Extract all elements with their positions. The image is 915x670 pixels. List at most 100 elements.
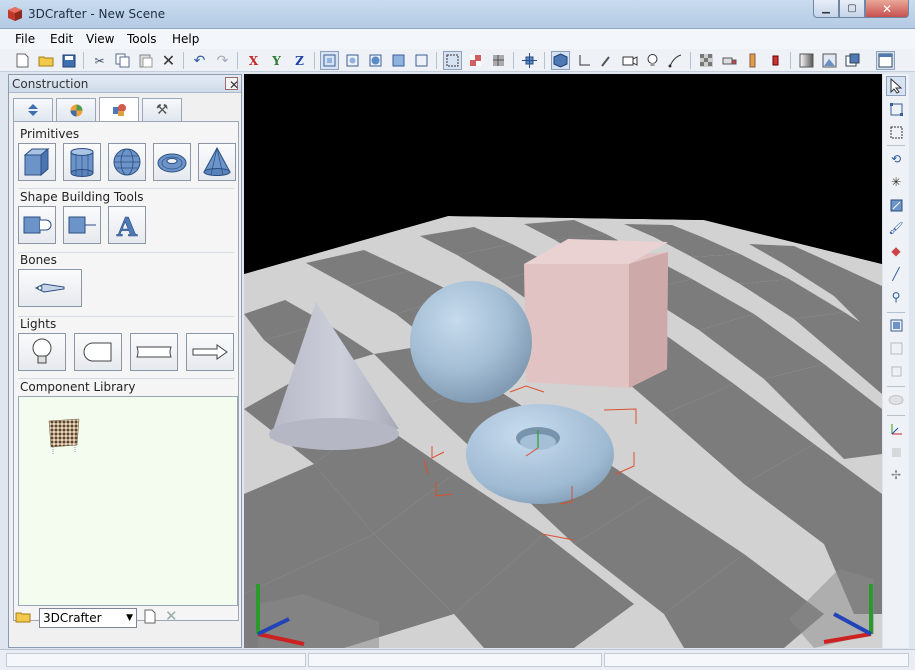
maximize-icon: ▢ xyxy=(847,3,857,14)
cut-button[interactable]: ✂ xyxy=(90,51,109,70)
copy-icon xyxy=(115,53,130,68)
zoom-all-button[interactable] xyxy=(366,51,385,70)
eyedropper-button[interactable]: ╱ xyxy=(886,264,906,284)
axis-gizmo-button[interactable] xyxy=(886,419,906,439)
lightbulb-icon xyxy=(32,338,52,364)
menu-help[interactable]: Help xyxy=(172,32,199,46)
cylinder-button[interactable] xyxy=(63,143,101,181)
floor-grid-button[interactable] xyxy=(697,51,716,70)
pivot-tool-button[interactable]: ⚲ xyxy=(886,287,906,307)
zoom-frame-button[interactable] xyxy=(412,51,431,70)
viewport-3d[interactable] xyxy=(244,74,882,648)
magic-wand-button[interactable]: ✳ xyxy=(886,172,906,192)
cube-object[interactable] xyxy=(524,239,668,388)
paint-tool-button[interactable]: 🖌 xyxy=(886,218,906,238)
select-mode-button[interactable] xyxy=(443,51,462,70)
scale-tool-button[interactable] xyxy=(886,195,906,215)
delete-button[interactable]: ✕ xyxy=(159,51,178,70)
minimize-icon: ▁ xyxy=(822,3,830,14)
open-folder-icon[interactable] xyxy=(15,610,32,624)
eyedropper-icon: ╱ xyxy=(892,267,900,281)
attach-button[interactable] xyxy=(886,361,906,381)
marquee-select-button[interactable] xyxy=(886,122,906,142)
box-select-button[interactable] xyxy=(886,99,906,119)
undo-button[interactable]: ↶ xyxy=(190,51,209,70)
paste-button[interactable] xyxy=(136,51,155,70)
open-button[interactable] xyxy=(36,51,55,70)
constrain-x-button[interactable]: X xyxy=(244,51,263,70)
group-button[interactable] xyxy=(886,315,906,335)
spot-light-button[interactable] xyxy=(74,333,122,371)
title-bar: 3DCrafter - New Scene ▁ ▢ ✕ xyxy=(0,0,915,29)
close-button[interactable]: ✕ xyxy=(865,0,909,18)
gradient-background-button[interactable] xyxy=(797,51,816,70)
component-library-area[interactable] xyxy=(18,396,238,606)
rotate-tool-button[interactable]: ⟲ xyxy=(886,149,906,169)
zoom-region-button[interactable] xyxy=(389,51,408,70)
window-layout-button[interactable] xyxy=(843,51,862,70)
render-settings-button[interactable] xyxy=(720,51,739,70)
menu-bar: File Edit View Tools Help xyxy=(0,29,915,49)
sphere-button[interactable] xyxy=(108,143,146,181)
palette-button[interactable] xyxy=(743,51,762,70)
redo-button[interactable]: ↷ xyxy=(213,51,232,70)
cube-button[interactable] xyxy=(18,143,56,181)
align-button[interactable] xyxy=(886,442,906,462)
torus-object[interactable] xyxy=(466,404,614,504)
area-light-button[interactable] xyxy=(130,333,178,371)
snap-button[interactable] xyxy=(520,51,539,70)
text-tool-button[interactable]: A xyxy=(108,206,146,244)
new-file-button[interactable] xyxy=(13,51,32,70)
delete-library-icon[interactable]: ✕ xyxy=(165,607,178,625)
bone-mode-button[interactable] xyxy=(597,51,616,70)
new-library-icon[interactable] xyxy=(144,609,156,624)
menu-edit[interactable]: Edit xyxy=(50,32,73,46)
directional-light-button[interactable] xyxy=(186,333,234,371)
panel-close-button[interactable]: ✕ xyxy=(225,77,239,91)
skeleton-button[interactable]: ✢ xyxy=(886,465,906,485)
light-button[interactable] xyxy=(643,51,662,70)
save-button[interactable] xyxy=(59,51,78,70)
scene-render[interactable] xyxy=(244,74,882,648)
zoom-selected-button[interactable] xyxy=(343,51,362,70)
library-select[interactable]: 3DCrafter ▼ xyxy=(39,608,137,628)
window-title: 3DCrafter - New Scene xyxy=(28,7,166,21)
menu-file[interactable]: File xyxy=(15,32,35,46)
menu-tools[interactable]: Tools xyxy=(127,32,157,46)
zoom-extents-button[interactable] xyxy=(320,51,339,70)
object-mode-button[interactable] xyxy=(551,51,570,70)
lathe-tool-button[interactable] xyxy=(63,206,101,244)
tab-arrange[interactable] xyxy=(13,98,53,121)
point-light-button[interactable] xyxy=(18,333,66,371)
constrain-z-button[interactable]: Z xyxy=(290,51,309,70)
tab-construction[interactable] xyxy=(99,97,139,121)
torus-button[interactable] xyxy=(153,143,191,181)
menu-view[interactable]: View xyxy=(86,32,114,46)
select-tool-button[interactable] xyxy=(886,76,906,96)
single-view-button[interactable] xyxy=(876,51,895,70)
minimize-button[interactable]: ▁ xyxy=(813,0,839,18)
sphere-object[interactable] xyxy=(410,281,532,403)
maximize-button[interactable]: ▢ xyxy=(839,0,865,18)
tab-tools[interactable]: ⚒ xyxy=(142,98,182,121)
constrain-y-button[interactable]: Y xyxy=(267,51,286,70)
library-component-thumbnail[interactable] xyxy=(47,417,81,457)
dropdown-arrow-icon: ▼ xyxy=(126,613,133,623)
copy-button[interactable] xyxy=(113,51,132,70)
fill-tool-button[interactable]: ◆ xyxy=(886,241,906,261)
camera-button[interactable] xyxy=(620,51,639,70)
image-background-button[interactable] xyxy=(820,51,839,70)
cone-button[interactable] xyxy=(198,143,236,181)
texture-view-button[interactable] xyxy=(466,51,485,70)
bone-button[interactable] xyxy=(18,269,82,307)
extrude-tool-button[interactable] xyxy=(18,206,56,244)
path-button[interactable] xyxy=(666,51,685,70)
ellipse-button[interactable] xyxy=(886,390,906,410)
marker-button[interactable] xyxy=(766,51,785,70)
folder-icon xyxy=(38,56,53,67)
wireframe-view-button[interactable] xyxy=(489,51,508,70)
layout-icon xyxy=(845,53,860,67)
tab-materials[interactable] xyxy=(56,98,96,121)
ungroup-button[interactable] xyxy=(886,338,906,358)
axis-mode-button[interactable] xyxy=(574,51,593,70)
